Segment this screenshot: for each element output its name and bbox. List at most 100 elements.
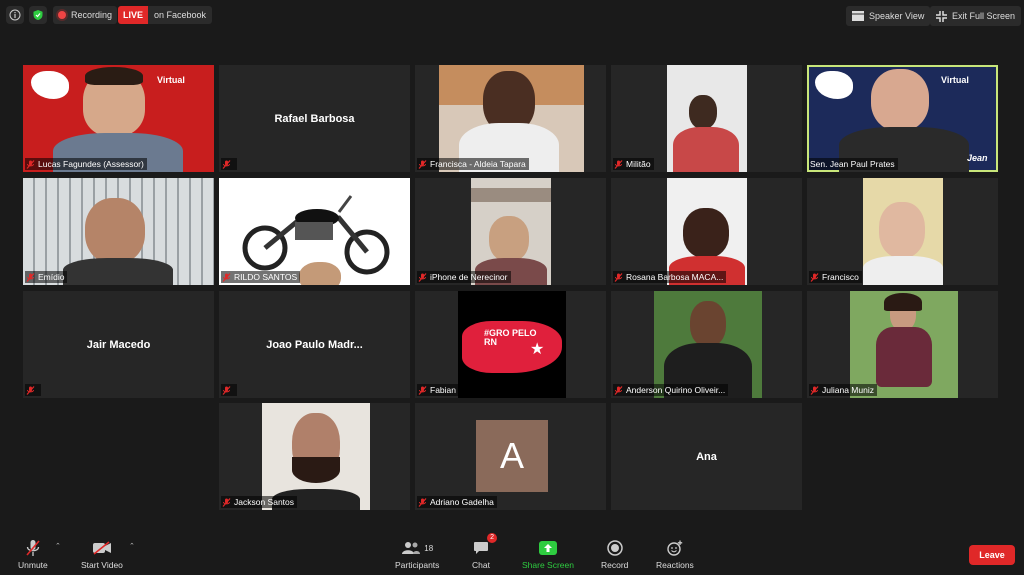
live-stream-indicator[interactable]: LIVE on Facebook [118,6,213,24]
video-tile[interactable]: iPhone de Nerecinor [415,178,606,285]
muted-mic-icon [810,272,819,282]
person-face [879,202,925,258]
participant-label: iPhone de Nerecinor [417,271,511,283]
participant-label: Francisco [809,271,862,283]
chat-unread-badge: 2 [487,533,497,543]
video-tile[interactable]: Francisca - Aldeia Tapara [415,65,606,172]
record-button[interactable]: Record [601,538,628,570]
video-tile[interactable]: Francisco [807,178,998,285]
person-face [871,69,929,131]
participant-label: RILDO SANTOS [221,271,301,283]
video-options-chevron-icon[interactable]: ⌃ [129,542,135,550]
video-tile[interactable]: A Adriano Gadelha [415,403,606,510]
participant-video [654,291,762,398]
record-dot-icon [58,11,66,19]
video-tile[interactable]: Rosana Barbosa MACA... [611,178,802,285]
participant-name: Rosana Barbosa MACA... [626,272,724,282]
person-face [299,262,341,285]
participant-display-name: Jair Macedo [86,338,151,351]
exit-full-screen-icon [936,10,947,22]
banner-text: Virtual [157,75,185,85]
video-tile[interactable]: Ana [611,403,802,510]
video-tile[interactable]: Rafael Barbosa [219,65,410,172]
star-icon: ★ [530,341,545,358]
speaker-view-button[interactable]: Speaker View [846,6,931,26]
reactions-label: Reactions [656,560,694,570]
shelf-background [471,188,551,202]
participant-label: Francisca - Aldeia Tapara [417,158,529,170]
recording-indicator[interactable]: Recording [53,6,118,24]
muted-mic-icon [26,272,35,282]
person-shirt [863,256,943,285]
participant-label [221,158,237,170]
participant-label: Fabian [417,384,459,396]
video-tile[interactable]: Militão [611,65,802,172]
muted-mic-icon [222,497,231,507]
start-video-label: Start Video [81,560,123,570]
shield-icon[interactable] [29,6,47,24]
video-tile[interactable]: Juliana Muniz [807,291,998,398]
video-tile[interactable]: Virtual Lucas Fagundes (Assessor) [23,65,214,172]
avatar: A [476,420,548,492]
participant-label [221,384,237,396]
muted-mic-icon [418,159,427,169]
video-tile[interactable]: Anderson Quirino Oliveir... [611,291,802,398]
participant-video [23,178,214,285]
participant-label: Jackson Santos [221,496,298,508]
participants-count: 18 [424,543,434,553]
participant-label: Emídio [25,271,68,283]
live-target: on Facebook [154,10,207,20]
audio-options-chevron-icon[interactable]: ⌃ [55,542,61,550]
info-icon[interactable] [6,6,24,24]
participants-button[interactable]: 18 Participants [395,538,439,570]
person-shirt [673,127,739,172]
participant-video [439,65,584,172]
video-tile-active-speaker[interactable]: Virtual Jean Sen. Jean Paul Prates [807,65,998,172]
reactions-button[interactable]: Reactions [656,538,694,570]
participant-name: Francisco [822,272,859,282]
share-screen-button[interactable]: Share Screen [522,538,574,570]
speaker-view-icon [852,11,864,21]
exit-full-screen-button[interactable]: Exit Full Screen [930,6,1022,26]
participant-label: Juliana Muniz [809,384,877,396]
muted-mic-icon [418,385,427,395]
emoji-reaction-icon [667,540,683,556]
participant-video [850,291,958,398]
record-icon [606,540,623,556]
participant-video [262,403,370,510]
unmute-label: Unmute [18,560,48,570]
chat-label: Chat [472,560,490,570]
chat-button[interactable]: 2 Chat [472,533,497,570]
video-tile[interactable]: Joao Paulo Madr... [219,291,410,398]
participant-name: Francisca - Aldeia Tapara [430,159,526,169]
video-tile[interactable]: Jair Macedo [23,291,214,398]
video-tile[interactable]: Emídio [23,178,214,285]
participant-video [667,65,747,172]
participant-name: Emídio [38,272,65,282]
muted-mic-icon [222,272,231,282]
unmute-button[interactable]: Unmute [18,538,48,570]
muted-mic-icon [26,159,35,169]
meeting-top-bar: Recording LIVE on Facebook Speaker View … [0,0,1024,30]
person-shirt [876,327,932,387]
video-tile[interactable]: RILDO SANTOS [219,178,410,285]
video-tile[interactable]: #GRO PELO RN ★ Fabian [415,291,606,398]
person-face [489,216,529,262]
participant-label [25,384,41,396]
start-video-button[interactable]: Start Video [81,538,123,570]
participant-video [471,178,551,285]
chat-icon [473,542,488,554]
recording-label: Recording [71,10,113,20]
speaker-view-label: Speaker View [869,11,925,21]
muted-mic-icon [614,272,623,282]
leave-button[interactable]: Leave [969,545,1015,565]
person-hair [884,293,922,311]
person-hair [85,67,143,85]
participant-name: Adriano Gadelha [430,497,494,507]
video-tile[interactable]: Jackson Santos [219,403,410,510]
participant-label: Anderson Quirino Oliveir... [613,384,729,396]
person-shirt [63,258,173,285]
participant-display-name: Ana [696,450,717,463]
participant-name: RILDO SANTOS [234,272,298,282]
muted-mic-icon [26,385,35,395]
